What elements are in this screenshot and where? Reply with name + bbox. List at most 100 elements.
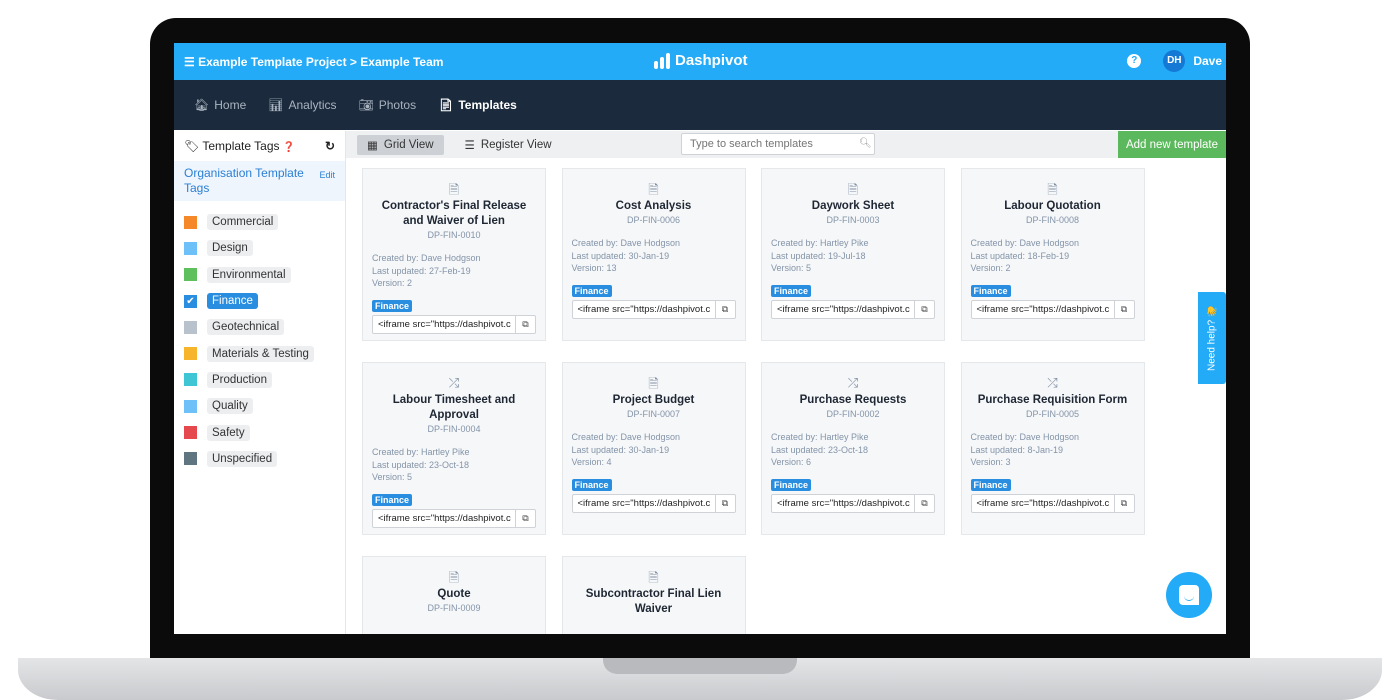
edit-tags-link[interactable]: Edit	[319, 166, 335, 196]
template-card[interactable]: ⤮ Labour Timesheet and Approval DP-FIN-00…	[362, 362, 546, 535]
reset-icon[interactable]: ↻	[325, 139, 335, 153]
document-icon: 📄︎	[438, 98, 454, 112]
template-title[interactable]: Project Budget	[572, 393, 736, 408]
last-updated: Last updated: 27-Feb-19	[372, 265, 471, 276]
embed-code-field[interactable]: <iframe src="https://dashpivot.c ⧉	[771, 299, 935, 319]
tag-label[interactable]: Unspecified	[207, 450, 278, 467]
tag-item[interactable]: Quality	[184, 393, 335, 419]
template-title[interactable]: Subcontractor Final Lien Waiver	[572, 587, 736, 617]
tag-label[interactable]: Finance	[207, 293, 258, 310]
copy-icon[interactable]: ⧉	[714, 494, 735, 512]
add-new-template-button[interactable]: Add new template	[1118, 131, 1226, 158]
tag-item[interactable]: Safety	[184, 419, 335, 445]
tag-color-swatch[interactable]	[184, 241, 197, 255]
help-icon[interactable]: ?	[1127, 54, 1142, 68]
help-circle-icon[interactable]: ❓	[283, 142, 295, 153]
tag-color-swatch[interactable]	[184, 399, 197, 413]
embed-code-field[interactable]: <iframe src="https://dashpivot.c ⧉	[372, 508, 536, 528]
avatar[interactable]: DH	[1163, 50, 1186, 72]
tag-label[interactable]: Materials & Testing	[207, 345, 314, 362]
tag-color-swatch[interactable]	[184, 347, 197, 361]
copy-icon[interactable]: ⧉	[914, 300, 934, 318]
embed-code-field[interactable]: <iframe src="https://dashpivot.c ⧉	[771, 493, 935, 513]
nav-analytics[interactable]: 📊︎ Analytics	[268, 98, 336, 112]
template-card[interactable]: 🗎 Project Budget DP-FIN-0007 Created by: D…	[561, 362, 746, 535]
embed-code-text[interactable]: <iframe src="https://dashpivot.c	[373, 316, 515, 333]
copy-icon[interactable]: ⧉	[714, 300, 735, 318]
embed-code-field[interactable]: <iframe src="https://dashpivot.c ⧉	[970, 493, 1135, 513]
copy-icon[interactable]: ⧉	[515, 315, 535, 333]
template-card[interactable]: ⤮ Purchase Requisition Form DP-FIN-0005 Cr…	[960, 362, 1145, 535]
embed-code-text[interactable]: <iframe src="https://dashpivot.c	[972, 495, 1114, 512]
grid-view-button[interactable]: ▦ Grid View	[357, 134, 444, 155]
toolbar: ▦ Grid View ☰ Register View 🔍︎ Add new tem…	[346, 131, 1226, 158]
template-code: DP-FIN-0010	[427, 230, 481, 240]
tag-color-swatch[interactable]	[184, 426, 197, 440]
template-title[interactable]: Cost Analysis	[572, 199, 736, 214]
copy-icon[interactable]: ⧉	[1113, 494, 1134, 512]
embed-code-field[interactable]: <iframe src="https://dashpivot.c ⧉	[970, 299, 1135, 319]
template-card[interactable]: 🗎 Cost Analysis DP-FIN-0006 Created by: Da…	[561, 168, 746, 341]
tag-item[interactable]: Commercial	[184, 209, 335, 235]
tag-item[interactable]: Environmental	[184, 262, 335, 288]
tag-label[interactable]: Design	[207, 240, 253, 257]
register-view-button[interactable]: ☰ Register View	[455, 135, 562, 155]
tag-item[interactable]: Materials & Testing	[184, 340, 335, 366]
tag-item[interactable]: Unspecified	[184, 446, 335, 472]
nav-home[interactable]: 🏠︎ Home	[194, 98, 246, 112]
tag-label[interactable]: Safety	[207, 424, 250, 441]
tag-label[interactable]: Environmental	[207, 266, 291, 283]
last-updated: Last updated: 30-Jan-19	[571, 444, 670, 455]
template-title[interactable]: Quote	[372, 587, 536, 602]
need-help-tab[interactable]: Need help? 👋	[1198, 292, 1226, 384]
embed-code-text[interactable]: <iframe src="https://dashpivot.c	[573, 495, 715, 512]
tag-item[interactable]: Geotechnical	[184, 314, 335, 340]
template-title[interactable]: Labour Timesheet and Approval	[372, 393, 536, 423]
tag-label[interactable]: Production	[207, 371, 272, 388]
tag-color-swatch[interactable]	[184, 452, 197, 466]
embed-code-text[interactable]: <iframe src="https://dashpivot.c	[772, 301, 914, 318]
brand-logo[interactable]: Dashpivot	[654, 52, 748, 69]
embed-code-text[interactable]: <iframe src="https://dashpivot.c	[373, 510, 515, 527]
tag-label[interactable]: Commercial	[207, 214, 279, 231]
nav-templates[interactable]: 📄︎ Templates	[438, 98, 517, 112]
tag-label[interactable]: Geotechnical	[207, 319, 285, 336]
template-title[interactable]: Daywork Sheet	[771, 199, 935, 214]
document-icon: 🗎	[1047, 182, 1058, 197]
search-icon: 🔍︎	[859, 138, 872, 149]
template-title[interactable]: Contractor's Final Release and Waiver of…	[372, 199, 536, 229]
nav-photos[interactable]: 📷︎ Photos	[359, 98, 417, 112]
checkbox-checked-icon[interactable]: ✔	[184, 294, 197, 308]
search-input[interactable]	[681, 133, 875, 155]
copy-icon[interactable]: ⧉	[1113, 300, 1134, 318]
tag-color-swatch[interactable]	[184, 320, 197, 334]
tag-color-swatch[interactable]	[184, 268, 197, 282]
tag-color-swatch[interactable]	[184, 373, 197, 387]
template-card[interactable]: ⤮ Purchase Requests DP-FIN-0002 Created by…	[761, 362, 945, 535]
breadcrumb[interactable]: ☰ Example Template Project > Example Tea…	[184, 55, 443, 69]
tag-item[interactable]: Design	[184, 235, 335, 261]
tag-label[interactable]: Quality	[207, 398, 253, 415]
embed-code-text[interactable]: <iframe src="https://dashpivot.c	[972, 301, 1114, 318]
tag-color-swatch[interactable]	[184, 215, 197, 229]
embed-code-text[interactable]: <iframe src="https://dashpivot.c	[573, 301, 715, 318]
template-title[interactable]: Purchase Requests	[771, 393, 935, 408]
template-title[interactable]: Labour Quotation	[971, 199, 1135, 214]
template-card[interactable]: 🗎 Contractor's Final Release and Waiver …	[362, 168, 546, 341]
template-card[interactable]: 🗎 Labour Quotation DP-FIN-0008 Created by:…	[960, 168, 1145, 341]
chat-button[interactable]	[1166, 572, 1212, 618]
user-name[interactable]: Dave	[1193, 54, 1222, 68]
template-card[interactable]: 🗎 Subcontractor Final Lien Waiver	[561, 556, 746, 634]
template-title[interactable]: Purchase Requisition Form	[971, 393, 1135, 408]
tag-item[interactable]: ✔ Finance	[184, 288, 335, 314]
embed-code-field[interactable]: <iframe src="https://dashpivot.c ⧉	[571, 299, 736, 319]
template-card[interactable]: 🗎 Quote DP-FIN-0009	[362, 556, 546, 634]
embed-code-field[interactable]: <iframe src="https://dashpivot.c ⧉	[571, 493, 736, 513]
embed-code-text[interactable]: <iframe src="https://dashpivot.c	[772, 495, 914, 512]
embed-code-field[interactable]: <iframe src="https://dashpivot.c ⧉	[372, 314, 536, 334]
template-card[interactable]: 🗎 Daywork Sheet DP-FIN-0003 Created by: Ha…	[761, 168, 945, 341]
org-tags-label: Organisation Template Tags	[184, 166, 304, 195]
copy-icon[interactable]: ⧉	[914, 494, 934, 512]
tag-item[interactable]: Production	[184, 367, 335, 393]
copy-icon[interactable]: ⧉	[515, 509, 535, 527]
